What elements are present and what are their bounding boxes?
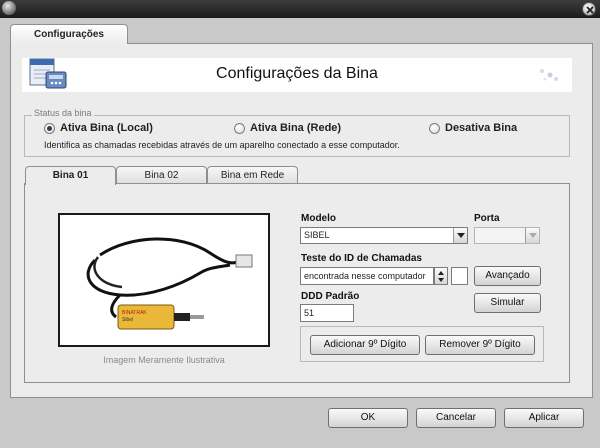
arrow-up-icon (438, 271, 444, 275)
modelo-label: Modelo (301, 213, 336, 224)
radio-ativa-local[interactable]: Ativa Bina (Local) (44, 122, 153, 134)
ddd-input[interactable]: 51 (300, 304, 354, 322)
caller-id-device-icon: BINATRAK Sibel (86, 237, 253, 330)
porta-label: Porta (474, 213, 500, 224)
image-caption: Imagem Meramente Ilustrativa (103, 355, 225, 365)
teste-extra-input[interactable] (451, 267, 468, 285)
remover-digito-button[interactable]: Remover 9º Dígito (425, 335, 535, 355)
adicionar-digito-button[interactable]: Adicionar 9º Dígito (310, 335, 420, 355)
porta-select[interactable] (474, 227, 540, 244)
teste-spinner[interactable] (434, 267, 448, 285)
modelo-value: SIBEL (304, 230, 330, 240)
arrow-down-icon (438, 278, 444, 282)
radio-checked-icon (44, 122, 55, 134)
radio-unchecked-icon (234, 122, 245, 134)
app-icon[interactable] (2, 1, 16, 15)
status-description: Identifica as chamadas recebidas através… (44, 140, 400, 150)
status-legend: Status da bina (32, 108, 94, 118)
radio-unchecked-icon (429, 122, 440, 134)
device-label-line-2: Sibel (122, 317, 133, 323)
ok-button[interactable]: OK (328, 408, 408, 428)
chevron-down-icon[interactable] (525, 228, 539, 243)
close-icon[interactable] (582, 2, 596, 16)
decorative-dots-icon (540, 69, 558, 81)
teste-label: Teste do ID de Chamadas (301, 253, 422, 264)
tab-bina-01[interactable]: Bina 01 (25, 166, 116, 185)
cancelar-button[interactable]: Cancelar (416, 408, 496, 428)
tab-configuracoes[interactable]: Configurações (10, 24, 128, 44)
teste-input[interactable]: encontrada nesse computador (300, 267, 434, 285)
chevron-down-icon[interactable] (453, 228, 467, 243)
modelo-select[interactable]: SIBEL (300, 227, 468, 244)
window-titlebar (0, 0, 600, 18)
radio-desativa[interactable]: Desativa Bina (429, 122, 517, 134)
header-banner: Configurações da Bina (22, 58, 572, 92)
radio-ativa-rede[interactable]: Ativa Bina (Rede) (234, 122, 341, 134)
avancado-button[interactable]: Avançado (474, 266, 541, 286)
aplicar-button[interactable]: Aplicar (504, 408, 584, 428)
simular-button[interactable]: Simular (474, 293, 541, 313)
device-image: BINATRAK Sibel (58, 213, 270, 347)
device-label-line-1: BINATRAK (122, 310, 147, 316)
tab-bina-02[interactable]: Bina 02 (116, 166, 207, 184)
ddd-label: DDD Padrão (301, 291, 360, 302)
radio-label: Ativa Bina (Rede) (250, 122, 342, 134)
tab-bina-em-rede[interactable]: Bina em Rede (207, 166, 298, 184)
radio-label: Desativa Bina (445, 122, 518, 134)
radio-label: Ativa Bina (Local) (60, 122, 153, 134)
page-title: Configurações da Bina (216, 65, 378, 82)
